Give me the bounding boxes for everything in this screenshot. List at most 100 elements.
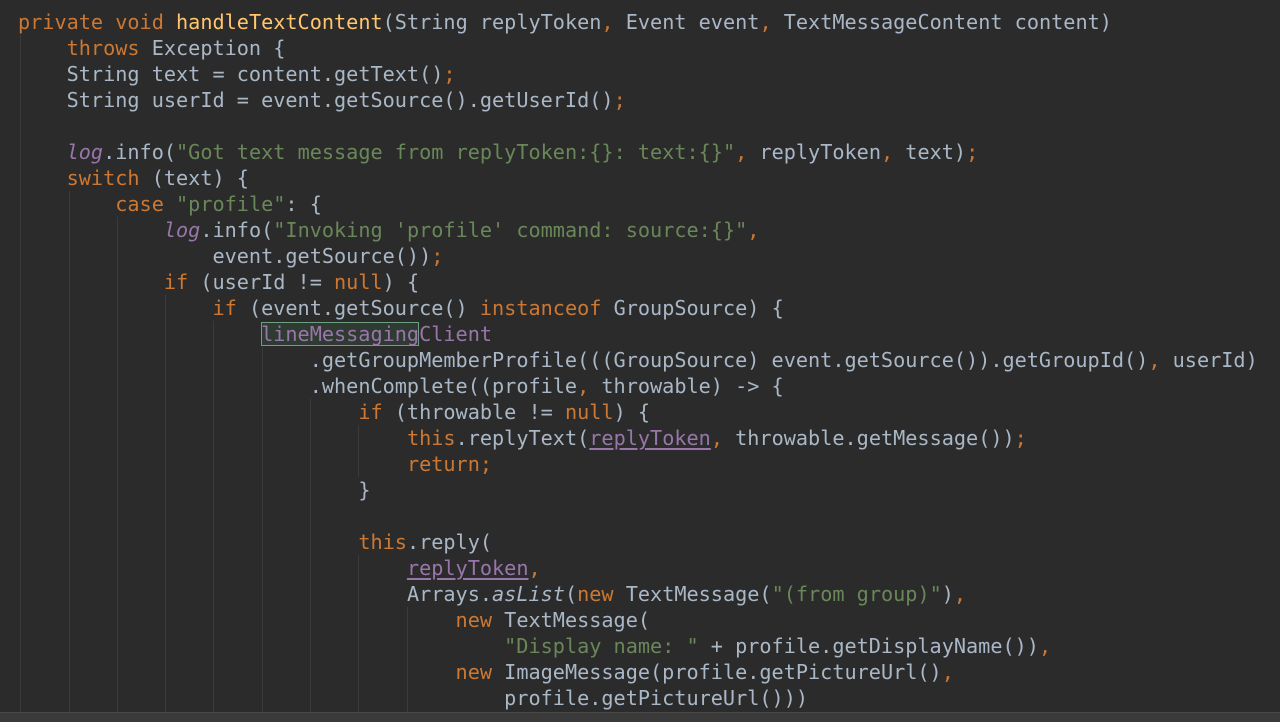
code-token: throwable) -> { — [601, 374, 784, 398]
code-line: event.getSource()); — [18, 243, 443, 269]
keyword-token: , — [528, 556, 541, 580]
code-token: text) — [905, 140, 967, 164]
code-token: Event event — [625, 10, 760, 34]
code-line: profile.getPictureUrl())) — [18, 685, 808, 711]
keyword-token: if — [358, 400, 395, 424]
keyword-token: ; — [431, 244, 444, 268]
code-token: .reply( — [406, 530, 493, 554]
code-line: case "profile": { — [18, 191, 322, 217]
code-line: new TextMessage( — [18, 607, 650, 633]
keyword-token: ; — [443, 62, 456, 86]
code-line: return; — [18, 451, 492, 477]
code-token: .getGroupMemberProfile(((GroupSource) ev… — [309, 348, 1149, 372]
field-token: lineMessaging — [261, 322, 420, 346]
code-line: if (event.getSource() instanceof GroupSo… — [18, 295, 784, 321]
code-line: new ImageMessage(profile.getPictureUrl()… — [18, 659, 954, 685]
code-token: Arrays. — [406, 582, 493, 606]
keyword-token: , — [759, 10, 784, 34]
keyword-token: , — [880, 140, 906, 164]
code-line: if (userId != null) { — [18, 269, 419, 295]
code-token: (event.getSource() — [248, 296, 480, 320]
code-token: replyToken — [759, 140, 881, 164]
keyword-token: ; — [1014, 426, 1027, 450]
keyword-token: instanceof — [479, 296, 614, 320]
code-line: this.reply( — [18, 529, 492, 555]
keyword-token: , — [747, 218, 760, 242]
keyword-token: , — [941, 660, 954, 684]
code-token: ) — [941, 582, 954, 606]
keyword-token: null — [334, 270, 383, 294]
keyword-token: this — [406, 426, 456, 450]
field-token: replyToken — [589, 426, 711, 450]
code-token: asList — [492, 582, 565, 606]
code-token: String text = content.getText() — [66, 62, 444, 86]
code-token: GroupSource) { — [613, 296, 784, 320]
code-line: String userId = event.getSource().getUse… — [18, 87, 626, 113]
keyword-token: ; — [966, 140, 979, 164]
keyword-token: new — [455, 660, 505, 684]
code-token: } — [358, 478, 371, 502]
keyword-token: , — [735, 140, 760, 164]
keyword-token: throws — [66, 36, 152, 60]
code-token: throwable.getMessage()) — [735, 426, 1015, 450]
string-token: "(from group)" — [771, 582, 942, 606]
code-token: event.getSource()) — [212, 244, 432, 268]
string-token: "profile" — [176, 192, 286, 216]
code-token: (String replyToken — [382, 10, 602, 34]
code-line: this.replyText(replyToken, throwable.get… — [18, 425, 1027, 451]
keyword-token: , — [577, 374, 602, 398]
code-line: if (throwable != null) { — [18, 399, 650, 425]
code-line: String text = content.getText(); — [18, 61, 456, 87]
code-token: profile.getPictureUrl())) — [504, 686, 809, 710]
code-line: switch (text) { — [18, 165, 249, 191]
code-token: String userId = event.getSource().getUse… — [66, 88, 614, 112]
code-line: .getGroupMemberProfile(((GroupSource) ev… — [18, 347, 1258, 373]
field-token: Client — [419, 322, 493, 346]
code-token: (throwable != — [394, 400, 565, 424]
code-token: TextMessage( — [504, 608, 651, 632]
string-token: "Display name: " — [504, 634, 711, 658]
code-line: private void handleTextContent(String re… — [18, 9, 1112, 35]
code-token: ) { — [613, 400, 651, 424]
function-name-token: handleTextContent — [176, 10, 383, 34]
code-token: .replyText( — [455, 426, 590, 450]
code-token: ) { — [382, 270, 420, 294]
code-token: (text) { — [151, 166, 249, 190]
field-token: replyToken — [406, 556, 529, 580]
field-token: log — [66, 140, 104, 164]
code-editor[interactable]: private void handleTextContent(String re… — [0, 0, 1280, 712]
code-line: .whenComplete((profile, throwable) -> { — [18, 373, 784, 399]
string-token: "Invoking 'profile' command: source:{}" — [273, 218, 748, 242]
code-token: TextMessage( — [625, 582, 772, 606]
code-token: + profile.getDisplayName()) — [710, 634, 1039, 658]
code-token: ( — [564, 582, 578, 606]
code-line: Arrays.asList(new TextMessage("(from gro… — [18, 581, 966, 607]
code-token: TextMessageContent content) — [783, 10, 1112, 34]
code-line: log.info("Got text message from replyTok… — [18, 139, 979, 165]
code-token: : { — [285, 192, 322, 216]
keyword-token: new — [577, 582, 626, 606]
keyword-token: private void — [18, 10, 177, 34]
keyword-token: switch — [66, 166, 152, 190]
